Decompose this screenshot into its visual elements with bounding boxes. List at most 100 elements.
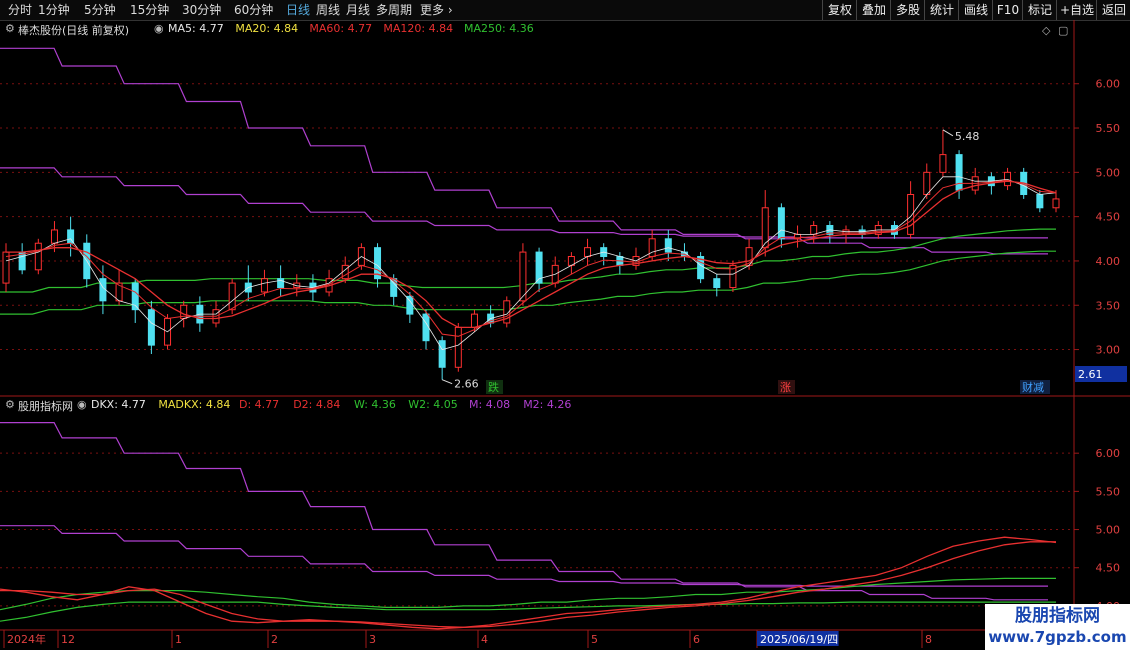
xtick-label-8: 2025/06/19/四 [760,633,838,646]
main-ytick-label-3: 4.50 [1096,211,1121,224]
sub-ytick-label-1: 4.50 [1096,562,1121,575]
watermark-title: 股朋指标网 [985,604,1130,628]
xtick-label-3: 2 [271,633,278,646]
candle-body-58 [939,154,947,173]
low-price-label: 2.66 [454,378,479,391]
indicator-label-1: MA20: 4.84 [235,22,299,35]
candle-body-16 [260,278,268,293]
toolbar-button-7[interactable]: +自选 [1056,0,1097,20]
candle-body-40 [648,238,656,258]
period-tab-9[interactable]: 多周期 [376,0,412,20]
indicator-label-2: MA60: 4.77 [309,22,373,35]
candle-body-50 [810,225,818,235]
period-tab-5[interactable]: 60分钟 [234,0,273,20]
xtick-label-5: 4 [481,633,488,646]
period-tab-6[interactable]: 日线 [286,0,310,20]
candle-body-29 [470,313,478,328]
period-tab-7[interactable]: 周线 [316,0,340,20]
candle-body-2 [34,242,42,271]
candle-body-28 [454,326,462,368]
sub-w2-line [0,601,1056,622]
candle-body-41 [664,238,672,253]
xtick-label-7: 6 [693,633,700,646]
chart-svg: 3.003.504.004.505.005.506.004.004.505.00… [0,20,1130,648]
toolbar-button-6[interactable]: 标记 [1022,0,1057,20]
sub-m2-stepline [0,525,1048,587]
candle-body-14 [228,282,236,311]
toolbar-button-0[interactable]: 复权 [822,0,857,20]
sub-ytick-label-2: 5.00 [1096,524,1121,537]
candle-body-64 [1036,193,1044,209]
candle-body-3 [50,229,58,244]
indicator-label-1: MADKX: 4.84 [158,398,231,411]
indicator-label-3: D2: 4.84 [293,398,341,411]
toolbar-button-1[interactable]: 叠加 [856,0,891,20]
indicator-label-5: W2: 4.05 [408,398,458,411]
high-marker-arrow [942,129,954,137]
period-tab-2[interactable]: 5分钟 [84,0,116,20]
candle-body-26 [422,313,430,342]
period-tab-8[interactable]: 月线 [346,0,370,20]
indicator-label-3: MA120: 4.84 [383,22,454,35]
event-marker-1: 涨 [780,381,791,394]
main-ma120-line [5,179,1057,337]
watermark-url: www.7gpzb.com [985,626,1130,650]
indicator-label-0: MA5: 4.77 [168,22,224,35]
current-value-label: 2.61 [1078,368,1103,381]
candle-body-36 [584,247,592,258]
panel-title: 棒杰股份(日线 前复权) [18,24,130,37]
main-ytick-label-6: 6.00 [1096,78,1121,91]
period-tab-4[interactable]: 30分钟 [182,0,221,20]
main-ytick-label-4: 5.00 [1096,166,1121,179]
event-marker-2: 财减 [1022,380,1044,394]
candle-body-57 [923,171,931,195]
xtick-label-4: 3 [369,633,376,646]
settings-gear-icon[interactable]: ⚙ [5,22,15,35]
indicator-label-6: M: 4.08 [469,398,511,411]
candle-body-48 [777,207,785,240]
toolbar-button-5[interactable]: F10 [992,0,1023,20]
candle-body-44 [713,278,721,289]
main-ytick-label-2: 4.00 [1096,255,1121,268]
toolbar-button-8[interactable]: 返回 [1096,0,1130,20]
candle-body-56 [907,193,915,235]
window-icon: ▢ [1058,24,1068,37]
diamond-icon: ◇ [1042,24,1051,37]
dropdown-icon[interactable]: ◉ [77,398,87,411]
candle-body-27 [438,340,446,368]
indicator-label-4: MA250: 4.36 [464,22,534,35]
period-tab-3[interactable]: 15分钟 [130,0,169,20]
indicator-label-2: D: 4.77 [239,398,280,411]
xtick-label-0: 2024年 [7,632,46,646]
low-marker-arrow [441,379,453,385]
sub-ytick-label-3: 5.50 [1096,485,1121,498]
xtick-label-6: 5 [591,633,598,646]
indicator-label-0: DKX: 4.77 [91,398,146,411]
indicator-label-4: W: 4.36 [354,398,396,411]
sub-d2-line [0,541,1056,628]
panel-title: 股朋指标网 [18,400,73,413]
event-marker-0: 跌 [488,380,499,394]
period-tab-1[interactable]: 1分钟 [38,0,70,20]
high-price-label: 5.48 [955,130,980,143]
candle-body-62 [1004,171,1012,187]
xtick-label-2: 1 [175,633,182,646]
settings-gear-icon[interactable]: ⚙ [5,398,15,411]
main-ytick-label-5: 5.50 [1096,122,1121,135]
toolbar-button-3[interactable]: 统计 [924,0,959,20]
main-m-stepline [0,47,1048,255]
xtick-label-1: 12 [61,633,75,646]
toolbar-button-4[interactable]: 画线 [958,0,993,20]
candle-body-52 [842,229,850,235]
period-tab-0[interactable]: 分时 [8,0,32,20]
dropdown-icon[interactable]: ◉ [154,22,164,35]
candle-body-65 [1052,198,1060,209]
candle-body-9 [147,309,155,346]
main-m2-stepline [0,167,1048,239]
toolbar-button-2[interactable]: 多股 [890,0,925,20]
period-tab-10[interactable]: 更多 › [420,0,453,20]
main-ytick-label-1: 3.50 [1096,299,1121,312]
main-ytick-label-0: 3.00 [1096,344,1121,357]
candle-body-0 [2,251,10,284]
candle-body-59 [955,154,963,191]
